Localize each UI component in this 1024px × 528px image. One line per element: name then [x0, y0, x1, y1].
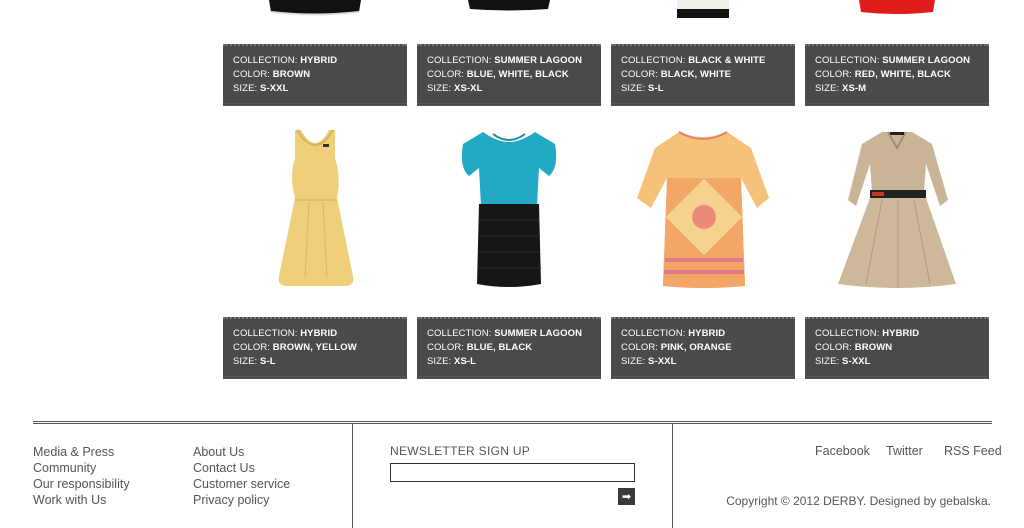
color-value: BLUE, BLACK: [466, 342, 533, 353]
collection-label: COLLECTION:: [233, 328, 298, 339]
footer-link-privacy-policy[interactable]: Privacy policy: [193, 492, 290, 508]
color-label: COLOR:: [233, 69, 271, 80]
rss-feed-link[interactable]: RSS Feed: [944, 444, 1002, 458]
size-value: XS-L: [454, 356, 477, 367]
twitter-link[interactable]: Twitter: [886, 444, 923, 458]
footer-divider: [33, 421, 992, 424]
collection-value: BLACK & WHITE: [688, 55, 766, 66]
arrow-right-icon: ➡: [621, 490, 632, 503]
color-label: COLOR:: [621, 342, 659, 353]
size-value: S-XXL: [260, 83, 289, 94]
black-dress-image[interactable]: [417, 0, 601, 12]
size-label: SIZE:: [815, 356, 840, 367]
collection-value: HYBRID: [300, 328, 338, 339]
newsletter-title: NEWSLETTER SIGN UP: [390, 444, 531, 458]
product-info: COLLECTION: SUMMER LAGOON COLOR: BLUE, W…: [417, 44, 601, 106]
color-label: COLOR:: [621, 69, 659, 80]
size-label: SIZE:: [427, 356, 452, 367]
color-value: PINK, ORANGE: [660, 342, 732, 353]
collection-value: HYBRID: [300, 55, 338, 66]
red-dress-image[interactable]: [805, 0, 989, 16]
product-info: COLLECTION: HYBRID COLOR: BROWN SIZE: S-…: [223, 44, 407, 106]
size-value: S-L: [648, 83, 664, 94]
color-value: RED, WHITE, BLACK: [854, 69, 951, 80]
footer-links-col-1: Media & Press Community Our responsibili…: [33, 444, 130, 508]
collection-label: COLLECTION:: [815, 55, 880, 66]
color-label: COLOR:: [233, 342, 271, 353]
blue-black-dress-image[interactable]: [417, 128, 601, 292]
color-value: BROWN: [272, 69, 311, 80]
footer-links-col-2: About Us Contact Us Customer service Pri…: [193, 444, 290, 508]
size-value: XS-M: [842, 83, 867, 94]
footer-separator: [352, 424, 353, 528]
collection-value: HYBRID: [688, 328, 726, 339]
size-value: S-L: [260, 356, 276, 367]
footer-link-work-with-us[interactable]: Work with Us: [33, 492, 130, 508]
color-label: COLOR:: [427, 69, 465, 80]
pink-orange-dress-image[interactable]: [611, 130, 795, 290]
color-value: BROWN: [854, 342, 893, 353]
white-black-dress-image[interactable]: [611, 0, 795, 20]
color-value: BLUE, WHITE, BLACK: [466, 69, 569, 80]
collection-value: HYBRID: [882, 328, 920, 339]
collection-value: SUMMER LAGOON: [494, 55, 583, 66]
size-label: SIZE:: [621, 83, 646, 94]
size-label: SIZE:: [621, 356, 646, 367]
yellow-dress-image[interactable]: [223, 128, 407, 290]
black-dress-image[interactable]: [223, 0, 407, 18]
collection-label: COLLECTION:: [427, 55, 492, 66]
product-info: COLLECTION: SUMMER LAGOON COLOR: RED, WH…: [805, 44, 989, 106]
product-info: COLLECTION: SUMMER LAGOON COLOR: BLUE, B…: [417, 317, 601, 379]
product-info: COLLECTION: BLACK & WHITE COLOR: BLACK, …: [611, 44, 795, 106]
size-label: SIZE:: [427, 83, 452, 94]
newsletter-email-input[interactable]: [390, 463, 635, 482]
size-value: XS-XL: [454, 83, 483, 94]
color-label: COLOR:: [815, 342, 853, 353]
product-info: COLLECTION: HYBRID COLOR: BROWN SIZE: S-…: [805, 317, 989, 379]
footer-link-about-us[interactable]: About Us: [193, 444, 290, 460]
collection-label: COLLECTION:: [621, 55, 686, 66]
copyright-text: Copyright © 2012 DERBY. Designed by geba…: [726, 494, 991, 508]
size-label: SIZE:: [815, 83, 840, 94]
collection-label: COLLECTION:: [815, 328, 880, 339]
size-value: S-XXL: [648, 356, 677, 367]
footer-link-contact-us[interactable]: Contact Us: [193, 460, 290, 476]
footer-link-media-press[interactable]: Media & Press: [33, 444, 130, 460]
collection-label: COLLECTION:: [233, 55, 298, 66]
size-label: SIZE:: [233, 83, 258, 94]
collection-value: SUMMER LAGOON: [882, 55, 971, 66]
newsletter-submit-button[interactable]: ➡: [618, 488, 635, 505]
footer-link-our-responsibility[interactable]: Our responsibility: [33, 476, 130, 492]
facebook-link[interactable]: Facebook: [815, 444, 870, 458]
product-info: COLLECTION: HYBRID COLOR: BROWN, YELLOW …: [223, 317, 407, 379]
color-label: COLOR:: [815, 69, 853, 80]
color-value: BLACK, WHITE: [660, 69, 732, 80]
collection-label: COLLECTION:: [427, 328, 492, 339]
product-info: COLLECTION: HYBRID COLOR: PINK, ORANGE S…: [611, 317, 795, 379]
footer-link-customer-service[interactable]: Customer service: [193, 476, 290, 492]
collection-value: SUMMER LAGOON: [494, 328, 583, 339]
collection-label: COLLECTION:: [621, 328, 686, 339]
size-label: SIZE:: [233, 356, 258, 367]
beige-belted-dress-image[interactable]: [805, 130, 989, 292]
footer-link-community[interactable]: Community: [33, 460, 130, 476]
color-value: BROWN, YELLOW: [272, 342, 357, 353]
color-label: COLOR:: [427, 342, 465, 353]
size-value: S-XXL: [842, 356, 871, 367]
footer-separator: [672, 424, 673, 528]
